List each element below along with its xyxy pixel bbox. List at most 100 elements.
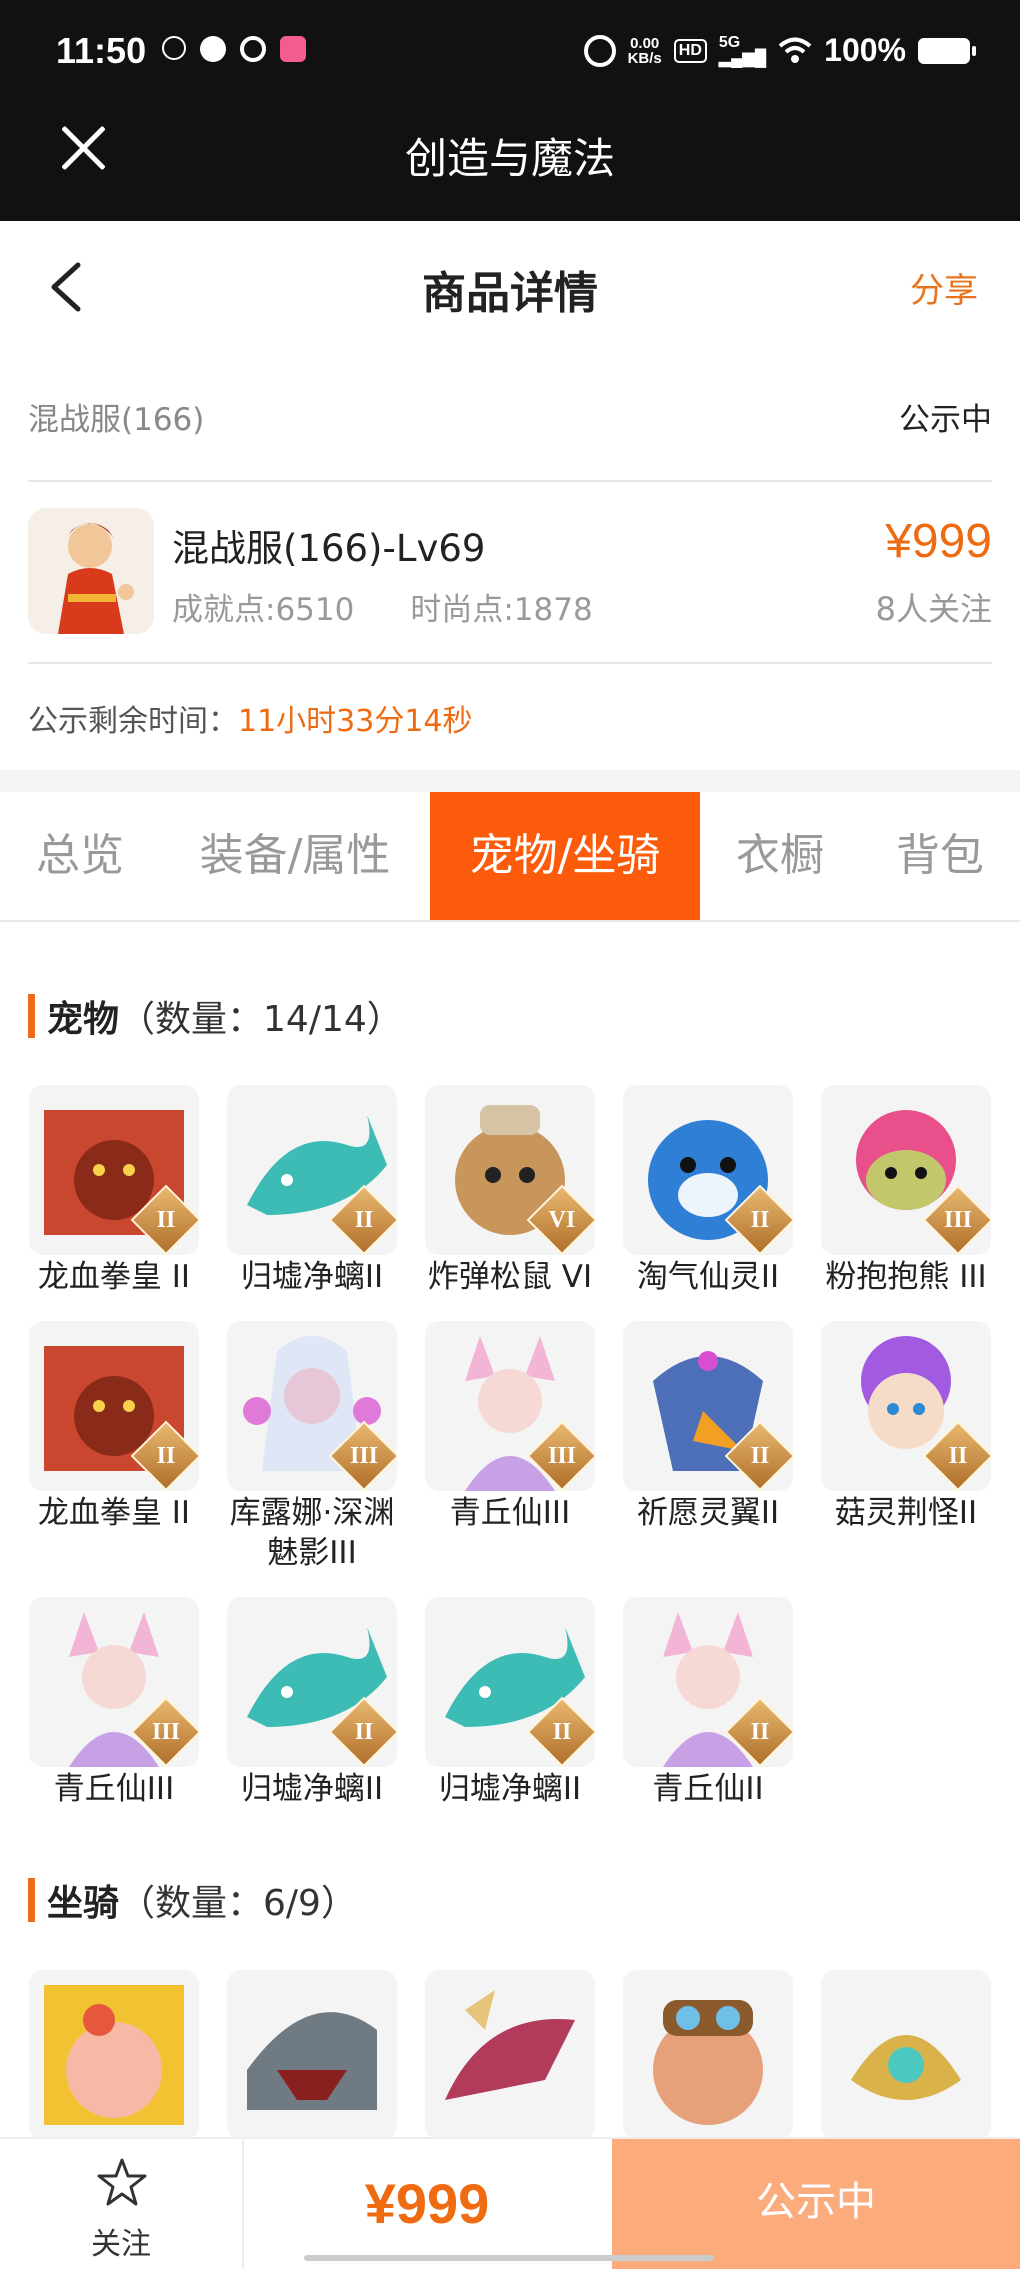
- rank-label: III: [547, 1443, 577, 1469]
- mount-item[interactable]: [226, 1970, 398, 2140]
- pet-item[interactable]: II 归墟净螭II: [226, 1085, 398, 1297]
- notification-icons: [162, 36, 306, 62]
- pet-item[interactable]: II 龙血拳皇 II: [28, 1321, 200, 1533]
- rank-label: III: [349, 1443, 379, 1469]
- rank-label: II: [750, 1719, 770, 1745]
- publicity-button[interactable]: 公示中: [612, 2139, 1020, 2269]
- rank-label: II: [948, 1443, 968, 1469]
- pet-image: II: [425, 1597, 595, 1767]
- pet-name: 青丘仙III: [53, 1771, 175, 1807]
- section-divider: [0, 770, 1020, 792]
- tab-pets-mounts[interactable]: 宠物/坐骑: [430, 792, 700, 920]
- product-row[interactable]: 混战服(166)-Lv69 成就点:6510 时尚点:1878 ¥999 8人关…: [28, 482, 992, 664]
- follow-button[interactable]: 关注: [0, 2139, 244, 2269]
- pet-item[interactable]: III 青丘仙III: [28, 1597, 200, 1809]
- net-speed: 0.00 KB/s: [628, 36, 662, 66]
- product-price: ¥999: [885, 515, 992, 568]
- app-ring-icon: [240, 36, 266, 62]
- app-title: 创造与魔法: [404, 134, 615, 183]
- section-accent-bar: [28, 994, 35, 1038]
- pet-item[interactable]: II 龙血拳皇 II: [28, 1085, 200, 1297]
- app-title-bar: 创造与魔法: [0, 105, 1020, 221]
- signal-icon: 5G ▂▄▆█: [718, 33, 767, 67]
- rank-label: II: [156, 1207, 176, 1233]
- share-button[interactable]: 分享: [910, 263, 978, 312]
- page-title: 商品详情: [422, 268, 598, 319]
- rank-label: III: [151, 1719, 181, 1745]
- pet-image: II: [623, 1321, 793, 1491]
- pet-name: 粉抱抱熊 III: [825, 1259, 987, 1295]
- pets-title: 宠物: [47, 999, 120, 1040]
- pet-item[interactable]: III 库露娜·深渊魅影III: [226, 1321, 398, 1573]
- signal-label: 5G: [718, 33, 741, 51]
- achievement-points: 成就点:6510: [172, 592, 355, 628]
- rank-label: III: [943, 1207, 973, 1233]
- tab-overview[interactable]: 总览: [0, 792, 160, 920]
- pet-item[interactable]: II 归墟净螭II: [226, 1597, 398, 1809]
- pet-image: VI: [425, 1085, 595, 1255]
- pets-section-title: 宠物 （数量：14/14）: [28, 990, 403, 1042]
- rank-label: II: [354, 1719, 374, 1745]
- pet-image: III: [425, 1321, 595, 1491]
- rank-label: II: [156, 1443, 176, 1469]
- hd-badge: HD: [673, 38, 707, 63]
- battery-percent: 100%: [824, 32, 906, 68]
- product-name: 混战服(166)-Lv69: [172, 527, 486, 570]
- mount-item[interactable]: [424, 1970, 596, 2140]
- pet-name: 炸弹松鼠 VI: [427, 1259, 593, 1295]
- remaining-time: 公示剩余时间：11小时33分14秒: [28, 696, 473, 740]
- pet-item[interactable]: II 祈愿灵翼II: [622, 1321, 794, 1533]
- alarm-icon: [583, 34, 616, 67]
- tiktok-icon: [162, 36, 186, 60]
- mount-item[interactable]: [820, 1970, 992, 2140]
- pet-item[interactable]: II 归墟净螭II: [424, 1597, 596, 1809]
- mount-image: [29, 1970, 199, 2140]
- follower-count: 8人关注: [875, 590, 992, 628]
- pet-item[interactable]: II 菇灵荆怪II: [820, 1321, 992, 1533]
- mount-image: [623, 1970, 793, 2140]
- pet-name: 归墟净螭II: [438, 1771, 582, 1807]
- pet-name: 库露娜·深渊魅影III: [229, 1495, 395, 1571]
- mount-item[interactable]: [28, 1970, 200, 2140]
- pet-image: II: [623, 1597, 793, 1767]
- product-stats: 成就点:6510 时尚点:1878: [172, 584, 593, 629]
- pet-item[interactable]: III 粉抱抱熊 III: [820, 1085, 992, 1297]
- follow-label: 关注: [91, 2227, 151, 2262]
- bottom-action-bar: 关注 ¥999 公示中: [0, 2137, 1020, 2269]
- mounts-count: （数量：6/9）: [119, 1883, 357, 1924]
- pet-image: III: [227, 1321, 397, 1491]
- pet-image: III: [29, 1597, 199, 1767]
- pet-item[interactable]: II 淘气仙灵II: [622, 1085, 794, 1297]
- pet-image: II: [227, 1597, 397, 1767]
- fashion-points: 时尚点:1878: [410, 592, 593, 628]
- pet-image: III: [821, 1085, 991, 1255]
- pet-item[interactable]: III 青丘仙III: [424, 1321, 596, 1533]
- star-icon: [97, 2158, 147, 2206]
- pet-name: 淘气仙灵II: [636, 1259, 780, 1295]
- home-indicator[interactable]: [304, 2255, 714, 2261]
- mount-item[interactable]: [622, 1970, 794, 2140]
- tab-wardrobe[interactable]: 衣橱: [710, 792, 850, 920]
- status-indicators: 0.00 KB/s HD 5G ▂▄▆█ 100%: [583, 32, 976, 69]
- rank-label: II: [552, 1719, 572, 1745]
- status-time: 11:50: [56, 30, 147, 71]
- pet-item[interactable]: VI 炸弹松鼠 VI: [424, 1085, 596, 1297]
- tab-backpack[interactable]: 背包: [870, 792, 1010, 920]
- pets-count: （数量：14/14）: [119, 999, 403, 1040]
- pet-item[interactable]: II 青丘仙II: [622, 1597, 794, 1809]
- pet-name: 归墟净螭II: [240, 1259, 384, 1295]
- pet-name: 青丘仙II: [652, 1771, 764, 1807]
- pet-name: 祈愿灵翼II: [636, 1495, 780, 1531]
- mount-image: [425, 1970, 595, 2140]
- pet-name: 龙血拳皇 II: [37, 1259, 191, 1295]
- pet-name: 青丘仙III: [449, 1495, 571, 1531]
- tab-equipment[interactable]: 装备/属性: [170, 792, 420, 920]
- pet-image: II: [29, 1321, 199, 1491]
- pet-image: II: [29, 1085, 199, 1255]
- status-bar: 11:50 0.00 KB/s HD 5G ▂▄▆█ 100%: [0, 0, 1020, 105]
- bottom-price: ¥999: [364, 2172, 490, 2235]
- wechat-icon: [200, 36, 226, 62]
- pet-name: 菇灵荆怪II: [834, 1495, 978, 1531]
- publicity-status: 公示中: [899, 402, 992, 438]
- remaining-time-value: 11小时33分14秒: [238, 704, 473, 739]
